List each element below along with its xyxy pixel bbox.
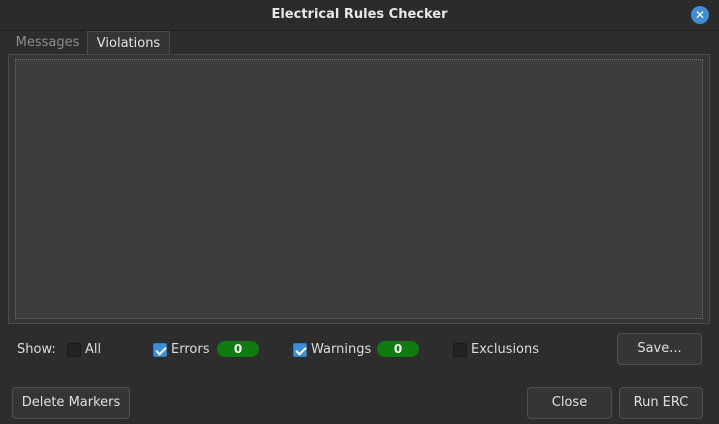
errors-checkbox-box[interactable] <box>153 343 167 357</box>
errors-checkbox-label: Errors <box>171 342 210 357</box>
title-bar: Electrical Rules Checker ✕ <box>0 0 719 31</box>
window-title: Electrical Rules Checker <box>271 7 448 22</box>
exclusions-checkbox[interactable]: Exclusions <box>453 342 543 358</box>
tab-messages[interactable]: Messages <box>8 31 87 55</box>
run-erc-button[interactable]: Run ERC <box>619 387 703 419</box>
errors-count-badge: 0 <box>217 341 259 357</box>
show-label: Show: <box>17 342 56 357</box>
all-checkbox-box[interactable] <box>67 343 81 357</box>
violations-list[interactable] <box>15 59 703 319</box>
save-button[interactable]: Save... <box>617 333 702 365</box>
violations-panel <box>8 54 710 324</box>
tab-violations[interactable]: Violations <box>87 31 170 55</box>
errors-checkbox[interactable]: Errors <box>153 342 213 358</box>
all-checkbox-label: All <box>85 342 102 357</box>
close-button[interactable]: Close <box>527 387 612 419</box>
warnings-checkbox-box[interactable] <box>293 343 307 357</box>
warnings-checkbox-label: Warnings <box>311 342 372 357</box>
filter-row: Show: All Errors 0 Warnings 0 Exclusions <box>0 333 719 367</box>
close-icon[interactable]: ✕ <box>691 6 709 24</box>
delete-markers-button[interactable]: Delete Markers <box>12 387 130 419</box>
all-checkbox[interactable]: All <box>67 342 107 358</box>
erc-dialog: Electrical Rules Checker ✕ Messages Viol… <box>0 0 719 424</box>
separator <box>0 378 719 379</box>
exclusions-checkbox-label: Exclusions <box>471 342 540 357</box>
exclusions-checkbox-box[interactable] <box>453 343 467 357</box>
warnings-checkbox[interactable]: Warnings <box>293 342 373 358</box>
warnings-count-badge: 0 <box>377 341 419 357</box>
